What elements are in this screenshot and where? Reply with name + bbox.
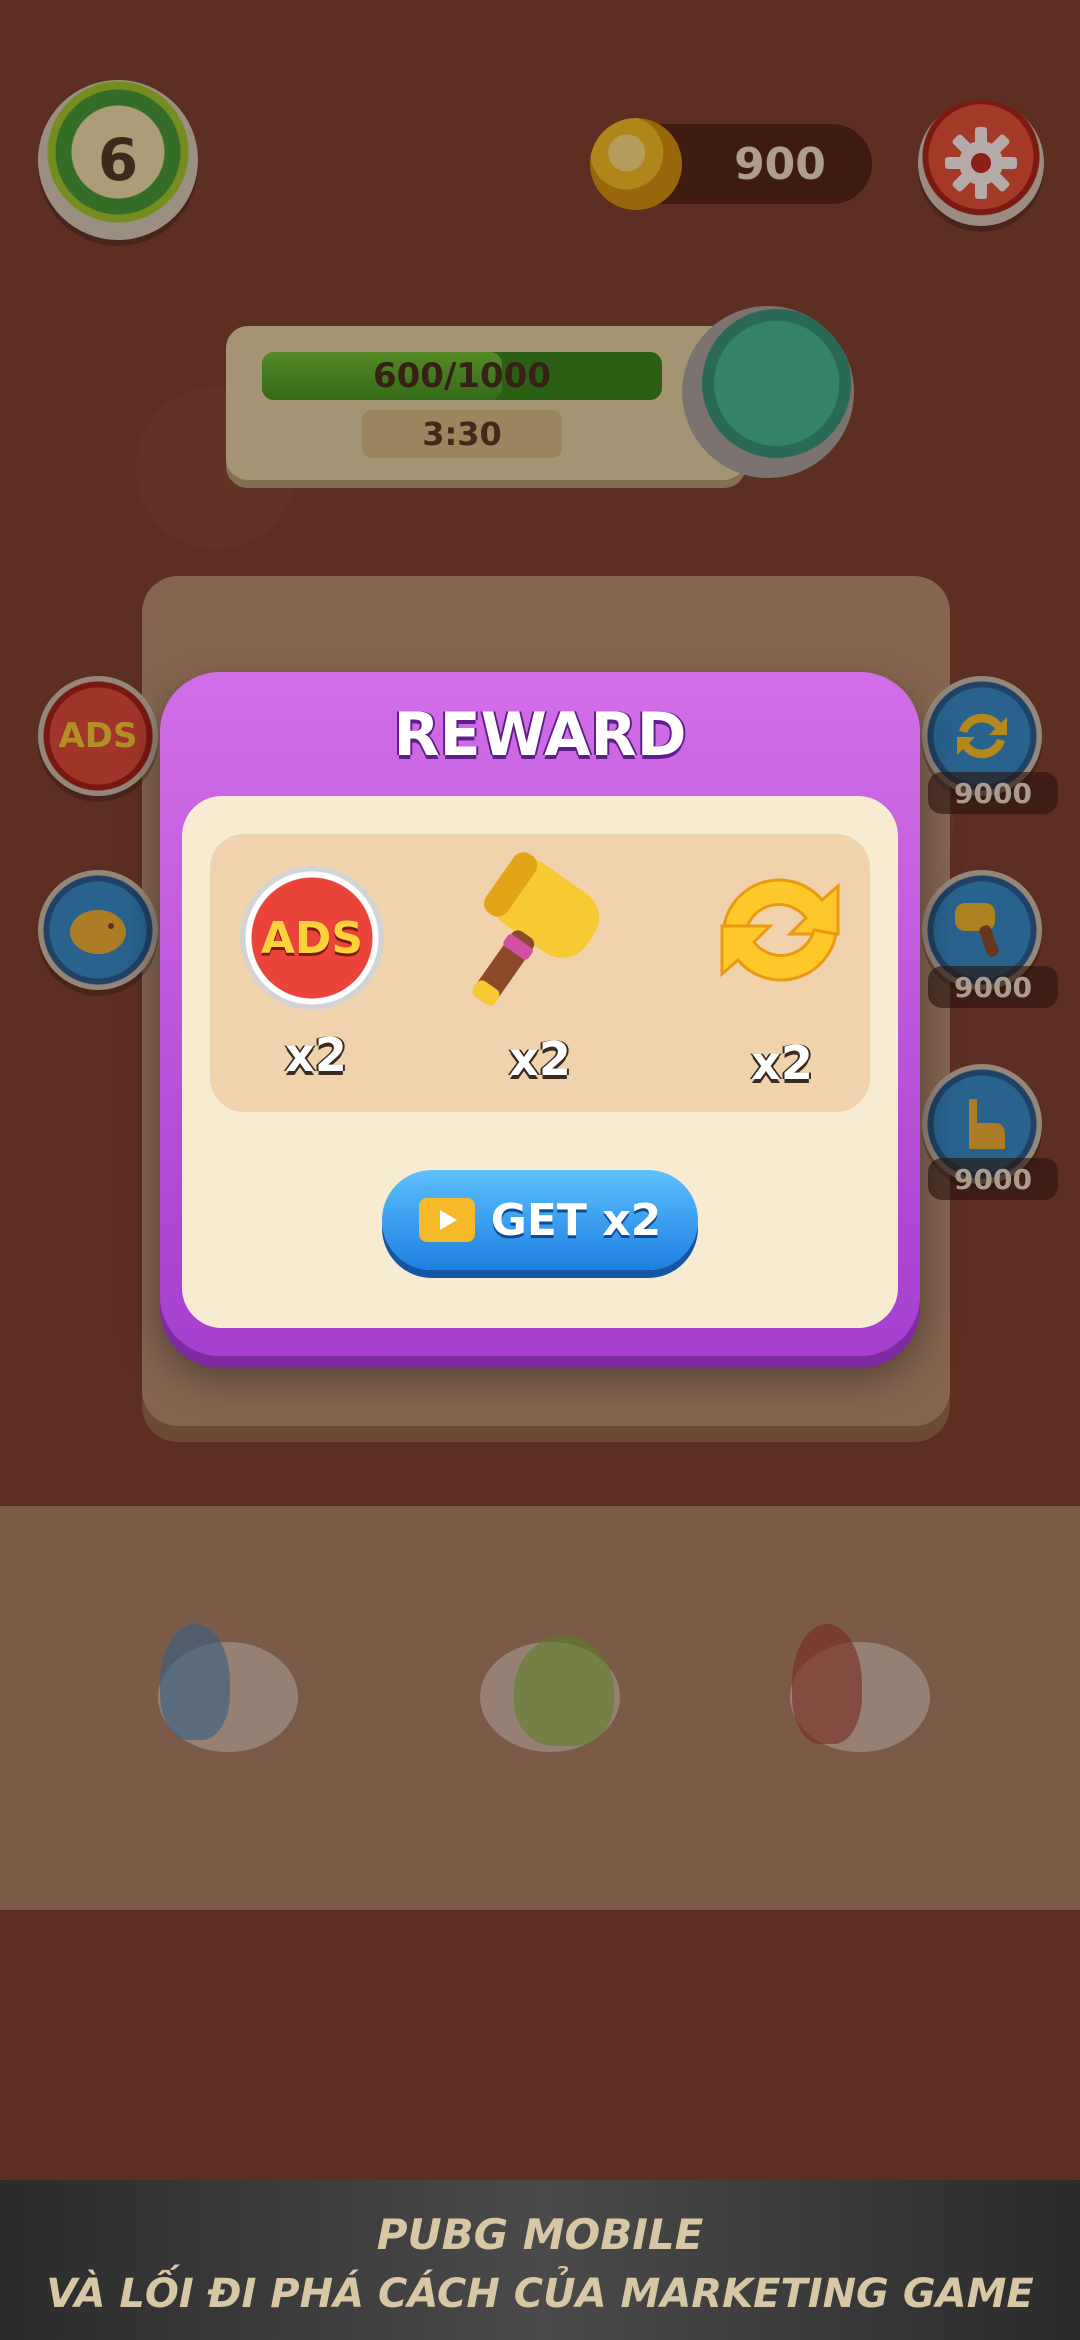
reward-count-shuffle: x2	[751, 1036, 813, 1090]
ad-banner-title: PUBG MOBILE	[376, 2209, 704, 2259]
no-ads-icon-label: ADS	[260, 912, 364, 964]
video-ad-icon	[418, 1198, 475, 1242]
get-reward-button[interactable]: GET x2	[382, 1170, 698, 1270]
shuffle-icon	[720, 878, 840, 982]
reward-dialog-title: REWARD	[393, 700, 687, 770]
reward-count-hammer: x2	[509, 1032, 571, 1086]
hammer-icon	[472, 852, 599, 1006]
ad-banner-subtitle: VÀ LỐI ĐI PHÁ CÁCH CỦA MARKETING GAME	[46, 2271, 1034, 2317]
reward-count-no-ads: x2	[285, 1028, 347, 1082]
get-reward-label: GET x2	[490, 1194, 662, 1246]
no-ads-icon: ADS	[240, 866, 384, 1010]
reward-item-no-ads: ADS	[222, 840, 384, 1060]
